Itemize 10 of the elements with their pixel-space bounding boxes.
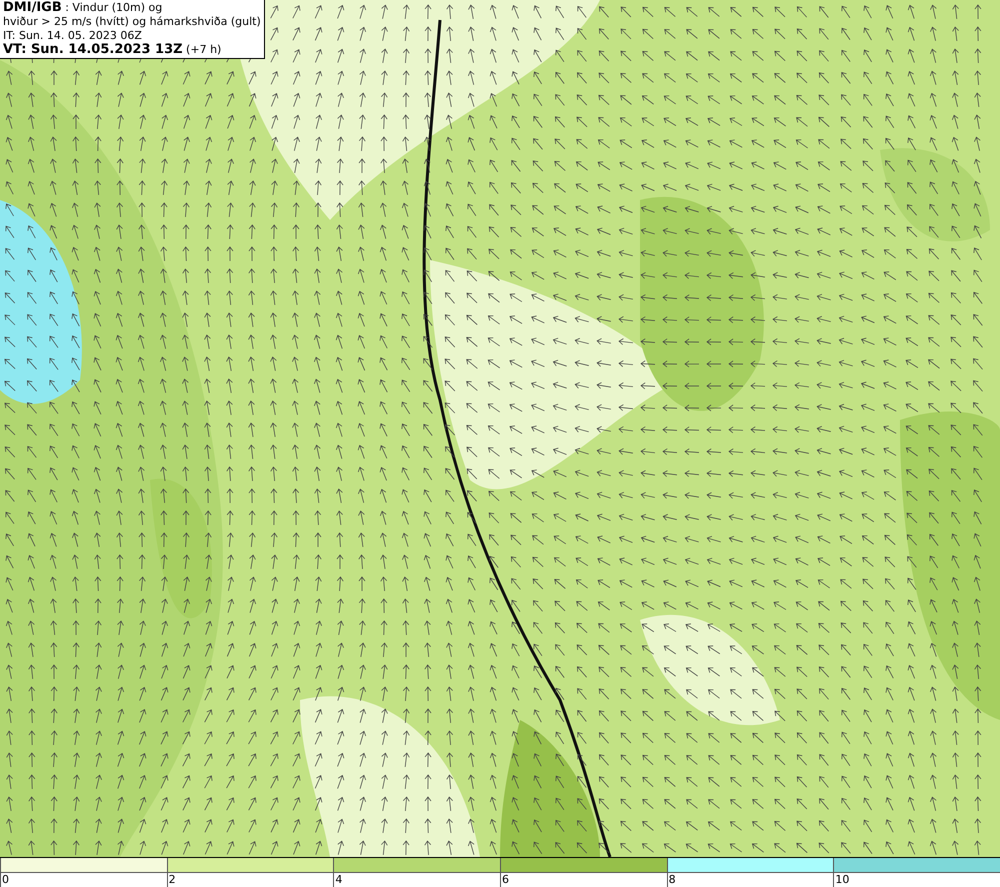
- legend-label: 2: [168, 873, 176, 887]
- legend-label: 4: [334, 873, 342, 887]
- header-text: DMI/IGB : Vindur (10m) og: [3, 1, 164, 15]
- header-text: hviður > 25 m/s (hvítt) og hámarkshviða (gult): [3, 15, 261, 29]
- legend-label: 6: [501, 873, 509, 887]
- legend-label: 10: [834, 873, 850, 887]
- legend-label: 8: [668, 873, 676, 887]
- header-text: IT: Sun. 14. 05. 2023 06Z: [3, 29, 143, 43]
- header-text: VT: Sun. 14.05.2023 13Z (+7 h): [3, 43, 222, 57]
- legend-label: 0: [1, 873, 9, 887]
